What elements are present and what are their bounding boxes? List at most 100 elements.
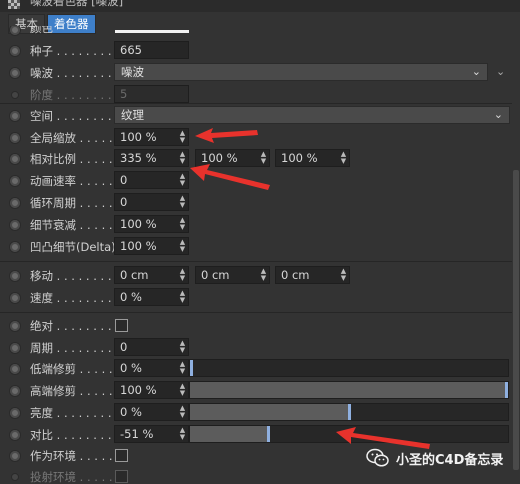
contrast-field[interactable]: -51 % ▲ ▼: [114, 425, 189, 443]
anim-dot[interactable]: [9, 363, 21, 375]
space-value: 纹理: [121, 108, 144, 122]
spinner-icon[interactable]: ▲ ▼: [179, 268, 186, 282]
octaves-value: 5: [120, 87, 128, 101]
loop-period-label: 循环周期 . . . . .: [30, 196, 113, 210]
brightness-field[interactable]: 0 % ▲ ▼: [114, 403, 189, 421]
noise-label: 噪波 . . . . . . . .: [30, 66, 112, 80]
divider: [0, 261, 512, 262]
anim-dot[interactable]: [9, 132, 21, 144]
brightness-slider[interactable]: [189, 403, 509, 421]
global-scale-field[interactable]: 100 % ▲ ▼: [114, 128, 189, 146]
delta-label: 凹凸细节(Delta): [30, 240, 116, 254]
absolute-label: 绝对 . . . . . . . .: [30, 319, 112, 333]
move-z: 0 cm: [281, 268, 310, 282]
anim-dot[interactable]: [9, 292, 21, 304]
noise-select[interactable]: 噪波 ⌄: [114, 63, 488, 81]
anim-dot[interactable]: [9, 270, 21, 282]
anim-dot[interactable]: [9, 197, 21, 209]
title-bar: 噪波着色器 [噪波]: [0, 0, 520, 12]
high-clip-row: 高端修剪 . . . . . 100 % ▲ ▼: [0, 380, 512, 402]
spinner-icon[interactable]: ▲ ▼: [179, 217, 186, 231]
spinner-icon[interactable]: ▲ ▼: [179, 383, 186, 397]
window-title: 噪波着色器 [噪波]: [30, 0, 124, 8]
anim-speed-label: 动画速率 . . . . .: [30, 174, 113, 188]
low-clip-label: 低端修剪 . . . . .: [30, 362, 113, 376]
spinner-icon[interactable]: ▲ ▼: [260, 268, 267, 282]
speed-label: 速度 . . . . . . . .: [30, 291, 112, 305]
anim-dot[interactable]: [9, 219, 21, 231]
spinner-icon[interactable]: ▲ ▼: [340, 151, 347, 165]
low-clip-slider[interactable]: [189, 359, 509, 377]
delta-field[interactable]: 100 % ▲ ▼: [114, 237, 189, 255]
spinner-icon[interactable]: ▲ ▼: [179, 239, 186, 253]
anim-dot[interactable]: [9, 241, 21, 253]
detail-atten-value: 100 %: [120, 217, 157, 231]
move-x-field[interactable]: 0 cm ▲ ▼: [114, 266, 189, 284]
high-clip-value: 100 %: [120, 383, 157, 397]
spinner-icon[interactable]: ▲ ▼: [179, 195, 186, 209]
low-clip-field[interactable]: 0 % ▲ ▼: [114, 359, 189, 377]
anim-dot[interactable]: [9, 320, 21, 332]
seed-value: 665: [120, 43, 142, 57]
use-as-env-checkbox[interactable]: [115, 449, 128, 462]
anim-dot[interactable]: [9, 385, 21, 397]
anim-dot: [11, 473, 19, 481]
absolute-row: 绝对 . . . . . . . .: [0, 315, 512, 337]
anim-dot[interactable]: [9, 342, 21, 354]
cycles-field[interactable]: 0 ▲ ▼: [114, 338, 189, 356]
divider: [0, 103, 512, 104]
slider-knob[interactable]: [267, 426, 270, 442]
anim-dot[interactable]: [9, 45, 21, 57]
anim-dot[interactable]: [9, 153, 21, 165]
project-env-label: 投射环境 . . . . .: [30, 470, 113, 484]
seed-field[interactable]: 665: [114, 41, 189, 59]
anim-dot[interactable]: [9, 26, 21, 36]
anim-speed-field[interactable]: 0 ▲ ▼: [114, 171, 189, 189]
high-clip-field[interactable]: 100 % ▲ ▼: [114, 381, 189, 399]
move-y: 0 cm: [201, 268, 230, 282]
slider-knob[interactable]: [190, 360, 193, 376]
loop-period-row: 循环周期 . . . . . 0 ▲ ▼: [0, 192, 512, 214]
spinner-icon[interactable]: ▲ ▼: [179, 173, 186, 187]
spinner-icon[interactable]: ▲ ▼: [179, 151, 186, 165]
move-y-field[interactable]: 0 cm ▲ ▼: [195, 266, 270, 284]
absolute-checkbox[interactable]: [115, 319, 128, 332]
move-x: 0 cm: [120, 268, 149, 282]
high-clip-slider[interactable]: [189, 381, 509, 399]
slider-knob[interactable]: [348, 404, 351, 420]
watermark: 小圣的C4D备忘录: [366, 446, 503, 470]
spinner-icon[interactable]: ▲ ▼: [179, 405, 186, 419]
watermark-text: 小圣的C4D备忘录: [396, 452, 504, 468]
speed-field[interactable]: 0 % ▲ ▼: [114, 288, 189, 306]
speed-value: 0 %: [120, 290, 142, 304]
cycles-row: 周期 . . . . . . . . 0 ▲ ▼: [0, 337, 512, 359]
anim-dot[interactable]: [9, 110, 21, 122]
spinner-icon[interactable]: ▲ ▼: [340, 268, 347, 282]
space-select[interactable]: 纹理 ⌄: [114, 106, 510, 124]
anim-dot[interactable]: [9, 450, 21, 462]
spinner-icon[interactable]: ▲ ▼: [179, 130, 186, 144]
relative-scale-x-field[interactable]: 335 % ▲ ▼: [114, 149, 189, 167]
slider-fill: [190, 426, 267, 442]
spinner-icon[interactable]: ▲ ▼: [179, 361, 186, 375]
seed-label: 种子 . . . . . . . .: [30, 44, 112, 58]
anim-dot[interactable]: [9, 407, 21, 419]
anim-dot[interactable]: [9, 175, 21, 187]
wechat-icon: [366, 448, 389, 467]
chevron-down-icon[interactable]: ⌄: [496, 65, 505, 78]
move-z-field[interactable]: 0 cm ▲ ▼: [275, 266, 350, 284]
loop-period-field[interactable]: 0 ▲ ▼: [114, 193, 189, 211]
relative-scale-z-field[interactable]: 100 % ▲ ▼: [275, 149, 350, 167]
spinner-icon[interactable]: ▲ ▼: [179, 427, 186, 441]
spinner-icon[interactable]: ▲ ▼: [179, 290, 186, 304]
cycles-label: 周期 . . . . . . . .: [30, 341, 112, 355]
anim-dot[interactable]: [9, 67, 21, 79]
divider: [0, 312, 512, 313]
color-swatch[interactable]: [115, 30, 189, 33]
scrollbar[interactable]: [513, 170, 519, 470]
detail-atten-field[interactable]: 100 % ▲ ▼: [114, 215, 189, 233]
anim-dot: [11, 91, 19, 99]
spinner-icon[interactable]: ▲ ▼: [179, 340, 186, 354]
anim-dot[interactable]: [9, 429, 21, 441]
slider-knob[interactable]: [505, 382, 508, 398]
